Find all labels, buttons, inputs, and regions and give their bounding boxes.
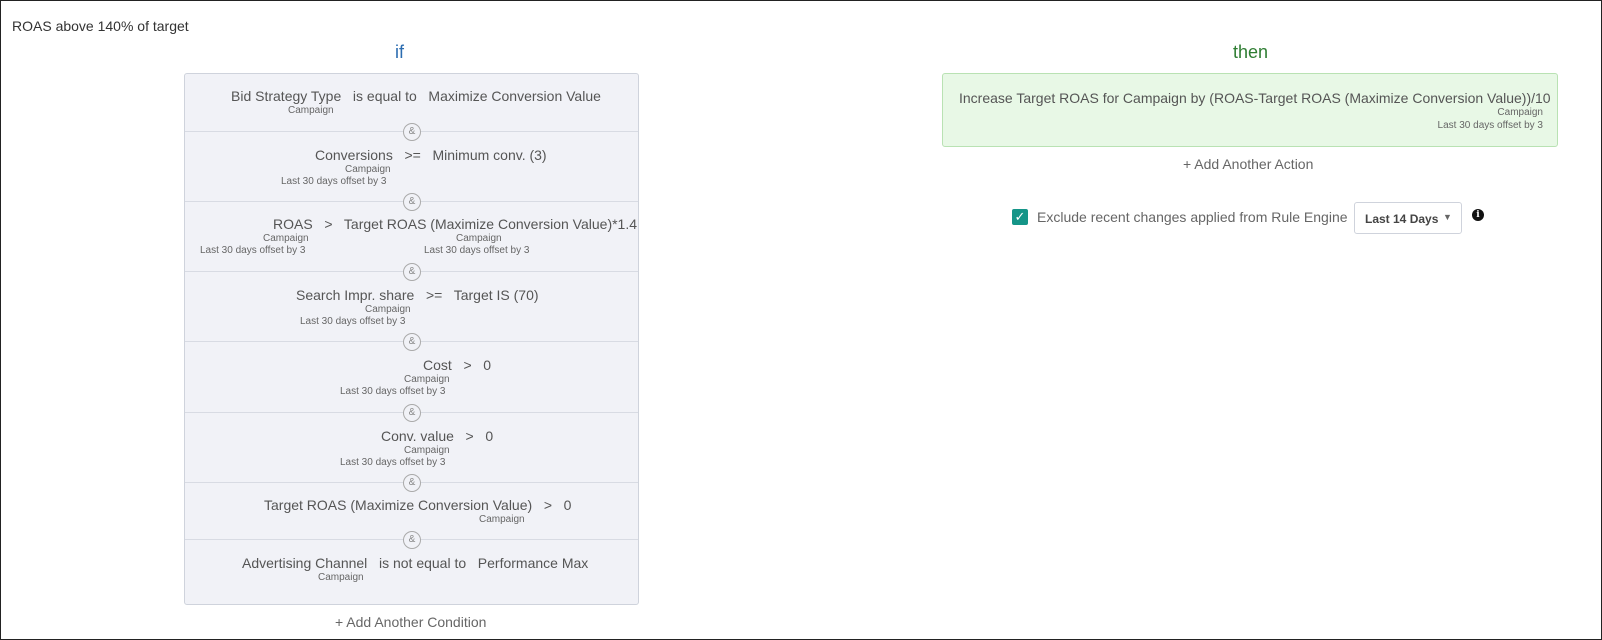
condition-text: Conv. value > 0 [381,428,494,444]
action-period: Last 30 days offset by 3 [1437,120,1543,131]
caret-down-icon: ▼ [1443,212,1452,222]
action-entity: Campaign [1497,107,1543,118]
condition-text: Conversions >= Minimum conv. (3) [315,147,547,163]
condition-period: Last 30 days offset by 3 [281,176,387,187]
rule-title: ROAS above 140% of target [12,18,189,34]
period-dropdown-value: Last 14 Days [1365,212,1439,226]
action-text: Increase Target ROAS for Campaign by (RO… [959,90,1551,106]
and-connector-icon: & [403,193,421,211]
and-connector-icon: & [403,123,421,141]
condition-entity: Campaign [404,445,450,456]
then-header: then [1233,42,1269,62]
condition-period: Last 30 days offset by 3 [300,316,406,327]
add-action-link[interactable]: + Add Another Action [1183,156,1313,172]
and-connector-icon: & [403,263,421,281]
and-connector-icon: & [403,474,421,492]
exclude-changes-checkbox[interactable]: ✓ [1012,209,1028,225]
condition-text: Target ROAS (Maximize Conversion Value) … [264,497,572,513]
info-icon[interactable]: i [1472,209,1484,221]
condition-row[interactable]: ROAS > Target ROAS (Maximize Conversion … [185,201,638,272]
exclude-changes-label: Exclude recent changes applied from Rule… [1037,209,1348,225]
condition-text: Cost > 0 [423,357,492,373]
and-connector-icon: & [403,333,421,351]
condition-entity: Campaign [479,514,525,525]
condition-row[interactable]: Conv. value > 0 Campaign Last 30 days of… [185,412,638,483]
condition-text: Search Impr. share >= Target IS (70) [296,287,539,303]
condition-entity: Campaign [288,105,334,116]
condition-row[interactable]: Search Impr. share >= Target IS (70) Cam… [185,271,638,342]
condition-text: Advertising Channel is not equal to Perf… [242,555,589,571]
condition-target-period: Last 30 days offset by 3 [424,245,530,256]
condition-row[interactable]: Conversions >= Minimum conv. (3) Campaig… [185,131,638,202]
condition-entity: Campaign [404,374,450,385]
condition-entity: Campaign [318,572,364,583]
and-connector-icon: & [403,404,421,422]
condition-text: ROAS > Target ROAS (Maximize Conversion … [273,216,638,232]
condition-period: Last 30 days offset by 3 [200,245,306,256]
condition-entity: Campaign [345,164,391,175]
period-dropdown[interactable]: Last 14 Days ▼ [1354,202,1462,234]
condition-text: Bid Strategy Type is equal to Maximize C… [231,88,601,104]
if-header: if [395,42,404,62]
and-connector-icon: & [403,531,421,549]
add-condition-link[interactable]: + Add Another Condition [335,614,486,630]
condition-period: Last 30 days offset by 3 [340,457,446,468]
condition-row[interactable]: Cost > 0 Campaign Last 30 days offset by… [185,341,638,413]
condition-target-entity: Campaign [456,233,502,244]
action-panel[interactable]: Increase Target ROAS for Campaign by (RO… [942,73,1558,147]
condition-entity: Campaign [365,304,411,315]
condition-period: Last 30 days offset by 3 [340,386,446,397]
condition-entity: Campaign [263,233,309,244]
conditions-panel: Bid Strategy Type is equal to Maximize C… [184,73,639,605]
